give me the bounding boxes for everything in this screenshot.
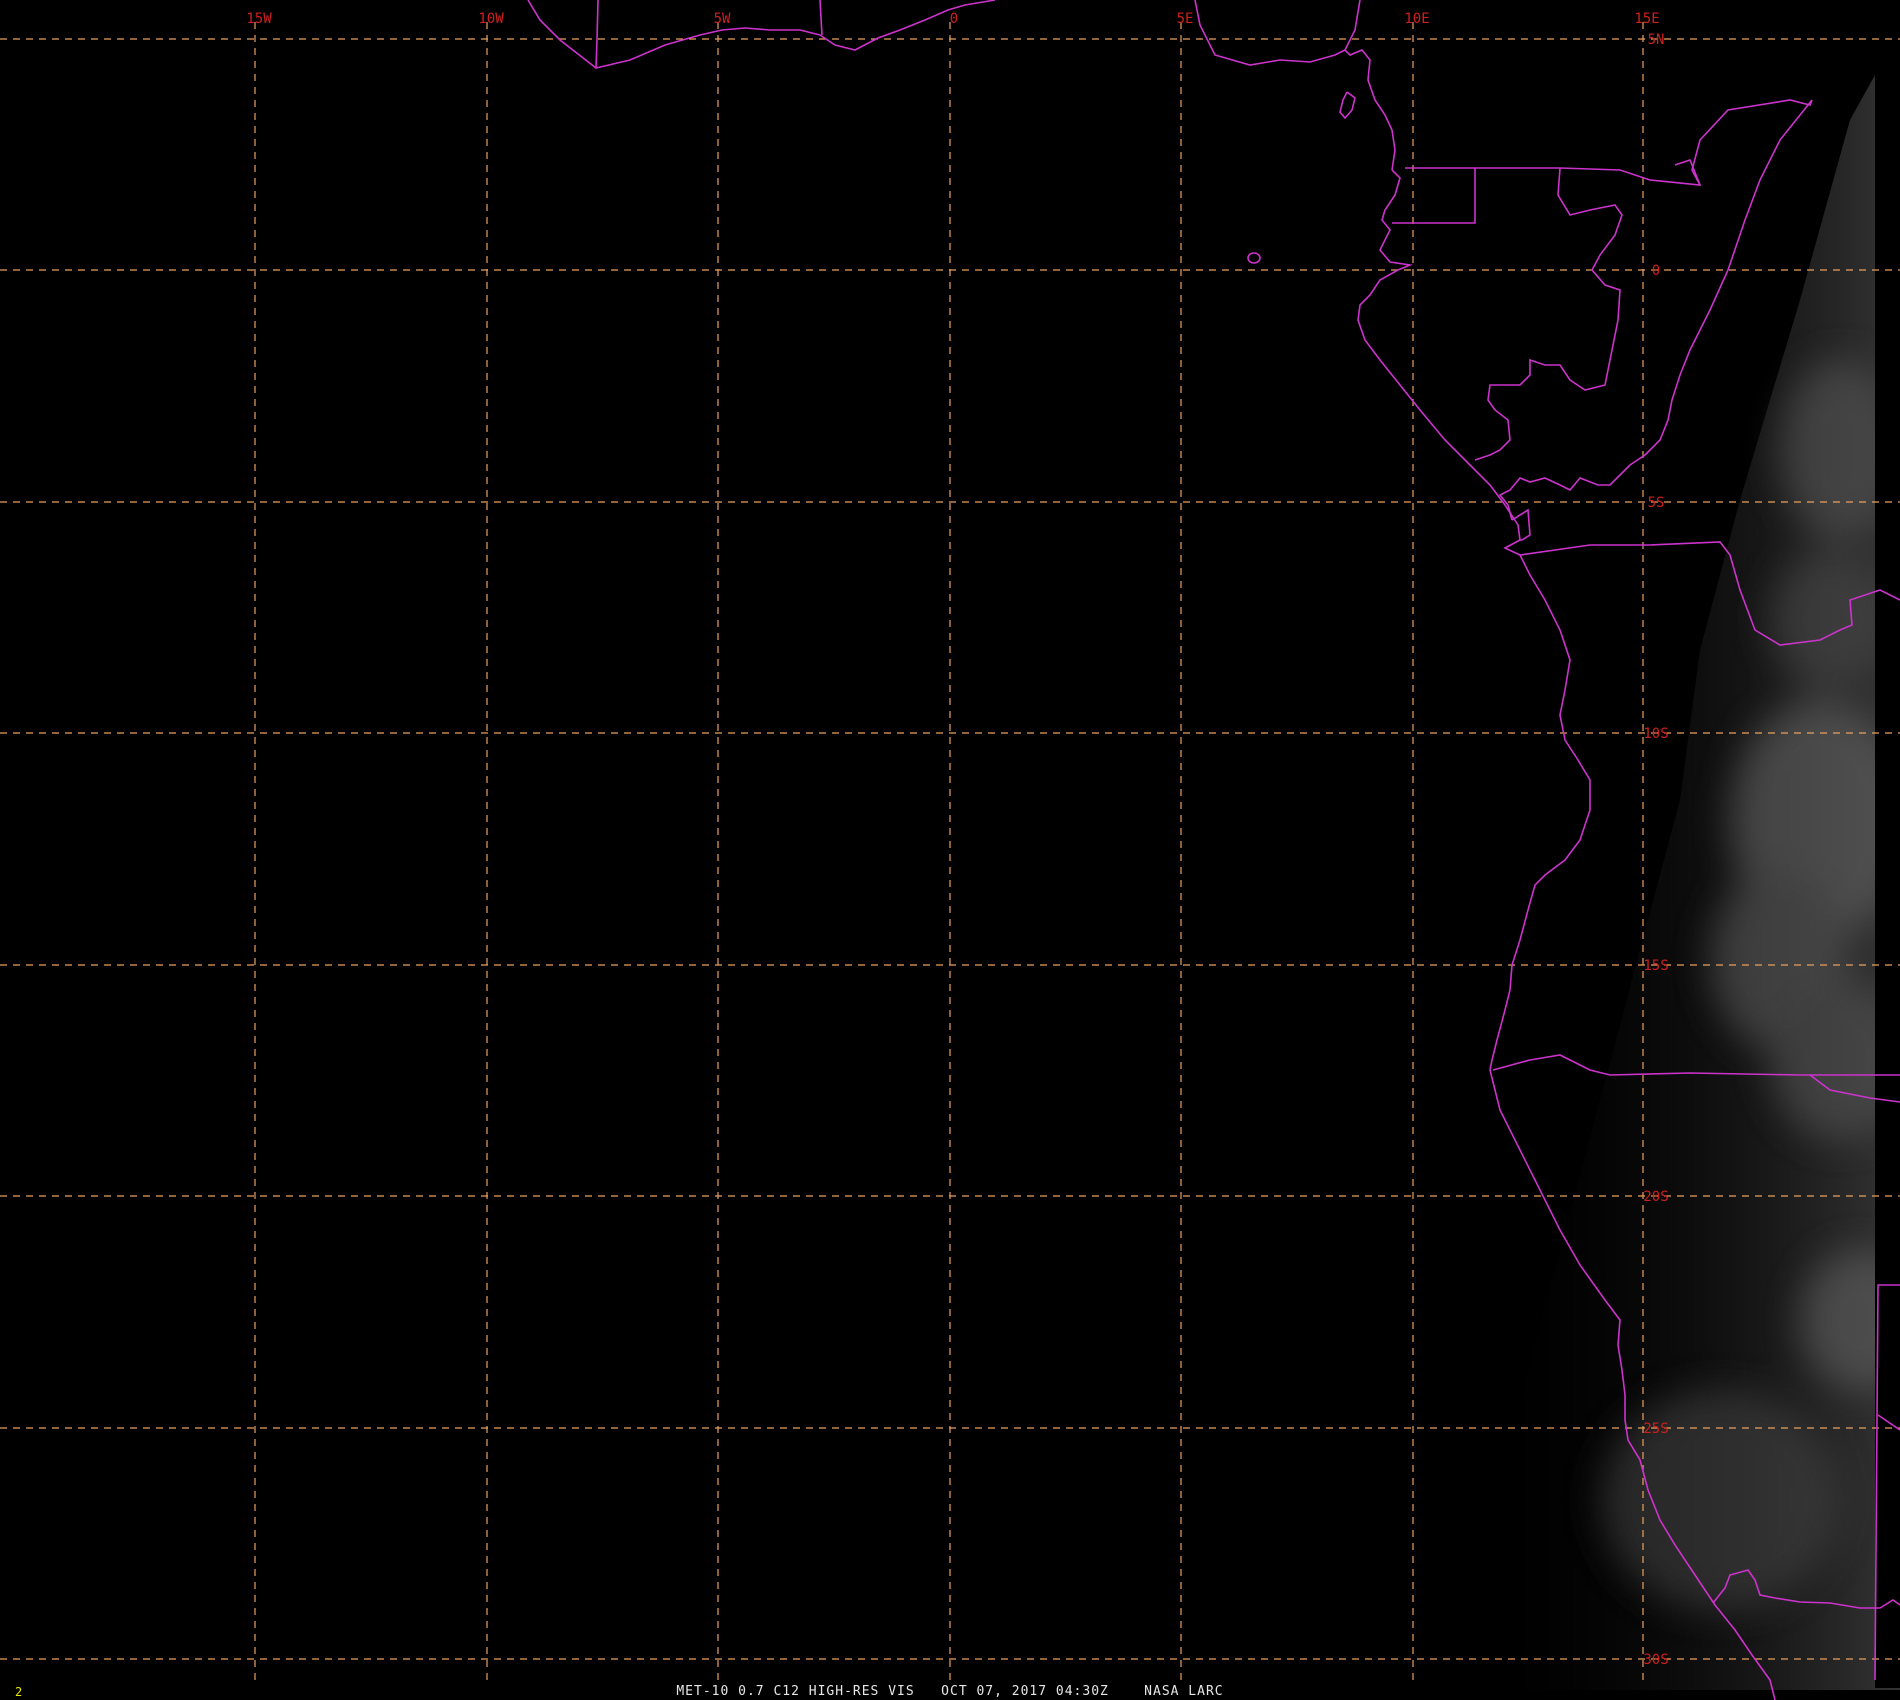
bioko-island	[1339, 91, 1356, 120]
longitude-label: 10W	[478, 11, 504, 27]
angola-coast	[1489, 554, 1591, 1071]
satellite-image-viewer: 15W 10W 5W 0 5E 10E 15E 5N 0 5S 10S 15S 20S 25S 30S	[0, 0, 1900, 1700]
longitude-label: 5W	[714, 11, 731, 27]
cabinda-border	[1511, 508, 1531, 541]
latitude-label: 15S	[1643, 958, 1668, 974]
map-canvas: 15W 10W 5W 0 5E 10E 15E 5N 0 5S 10S 15S 20S 25S 30S	[0, 0, 1900, 1700]
cloud-region	[1480, 28, 1900, 1690]
central-africa-coast	[1357, 169, 1521, 541]
latitude-label: 5S	[1648, 495, 1665, 511]
latitude-label: 5N	[1648, 32, 1665, 48]
gabon-congo-border	[1474, 167, 1623, 461]
longitude-label: 15E	[1634, 11, 1659, 27]
longitude-label: 10E	[1404, 11, 1429, 27]
latitude-label: 0	[1652, 263, 1660, 279]
longitude-label: 15W	[246, 11, 272, 27]
image-caption-bar: 2 MET-10 0.7 C12 HIGH-RES VIS OCT 07, 20…	[0, 1680, 1900, 1700]
latitude-label: 20S	[1643, 1189, 1668, 1205]
border-segment	[1344, 0, 1361, 51]
border-segment	[595, 0, 599, 69]
nigeria-cameroon-coast	[1194, 0, 1396, 171]
border-segment	[819, 0, 823, 36]
latitude-label: 10S	[1643, 726, 1668, 742]
annobon-island	[1247, 252, 1261, 264]
rio-muni-border	[1392, 167, 1476, 224]
latitude-label: 30S	[1643, 1652, 1668, 1668]
border-segment	[1674, 159, 1701, 186]
longitude-label: 0	[950, 11, 958, 27]
image-caption: MET-10 0.7 C12 HIGH-RES VIS OCT 07, 2017…	[676, 1684, 1224, 1699]
longitude-label: 5E	[1177, 11, 1194, 27]
latitude-label: 25S	[1643, 1421, 1668, 1437]
